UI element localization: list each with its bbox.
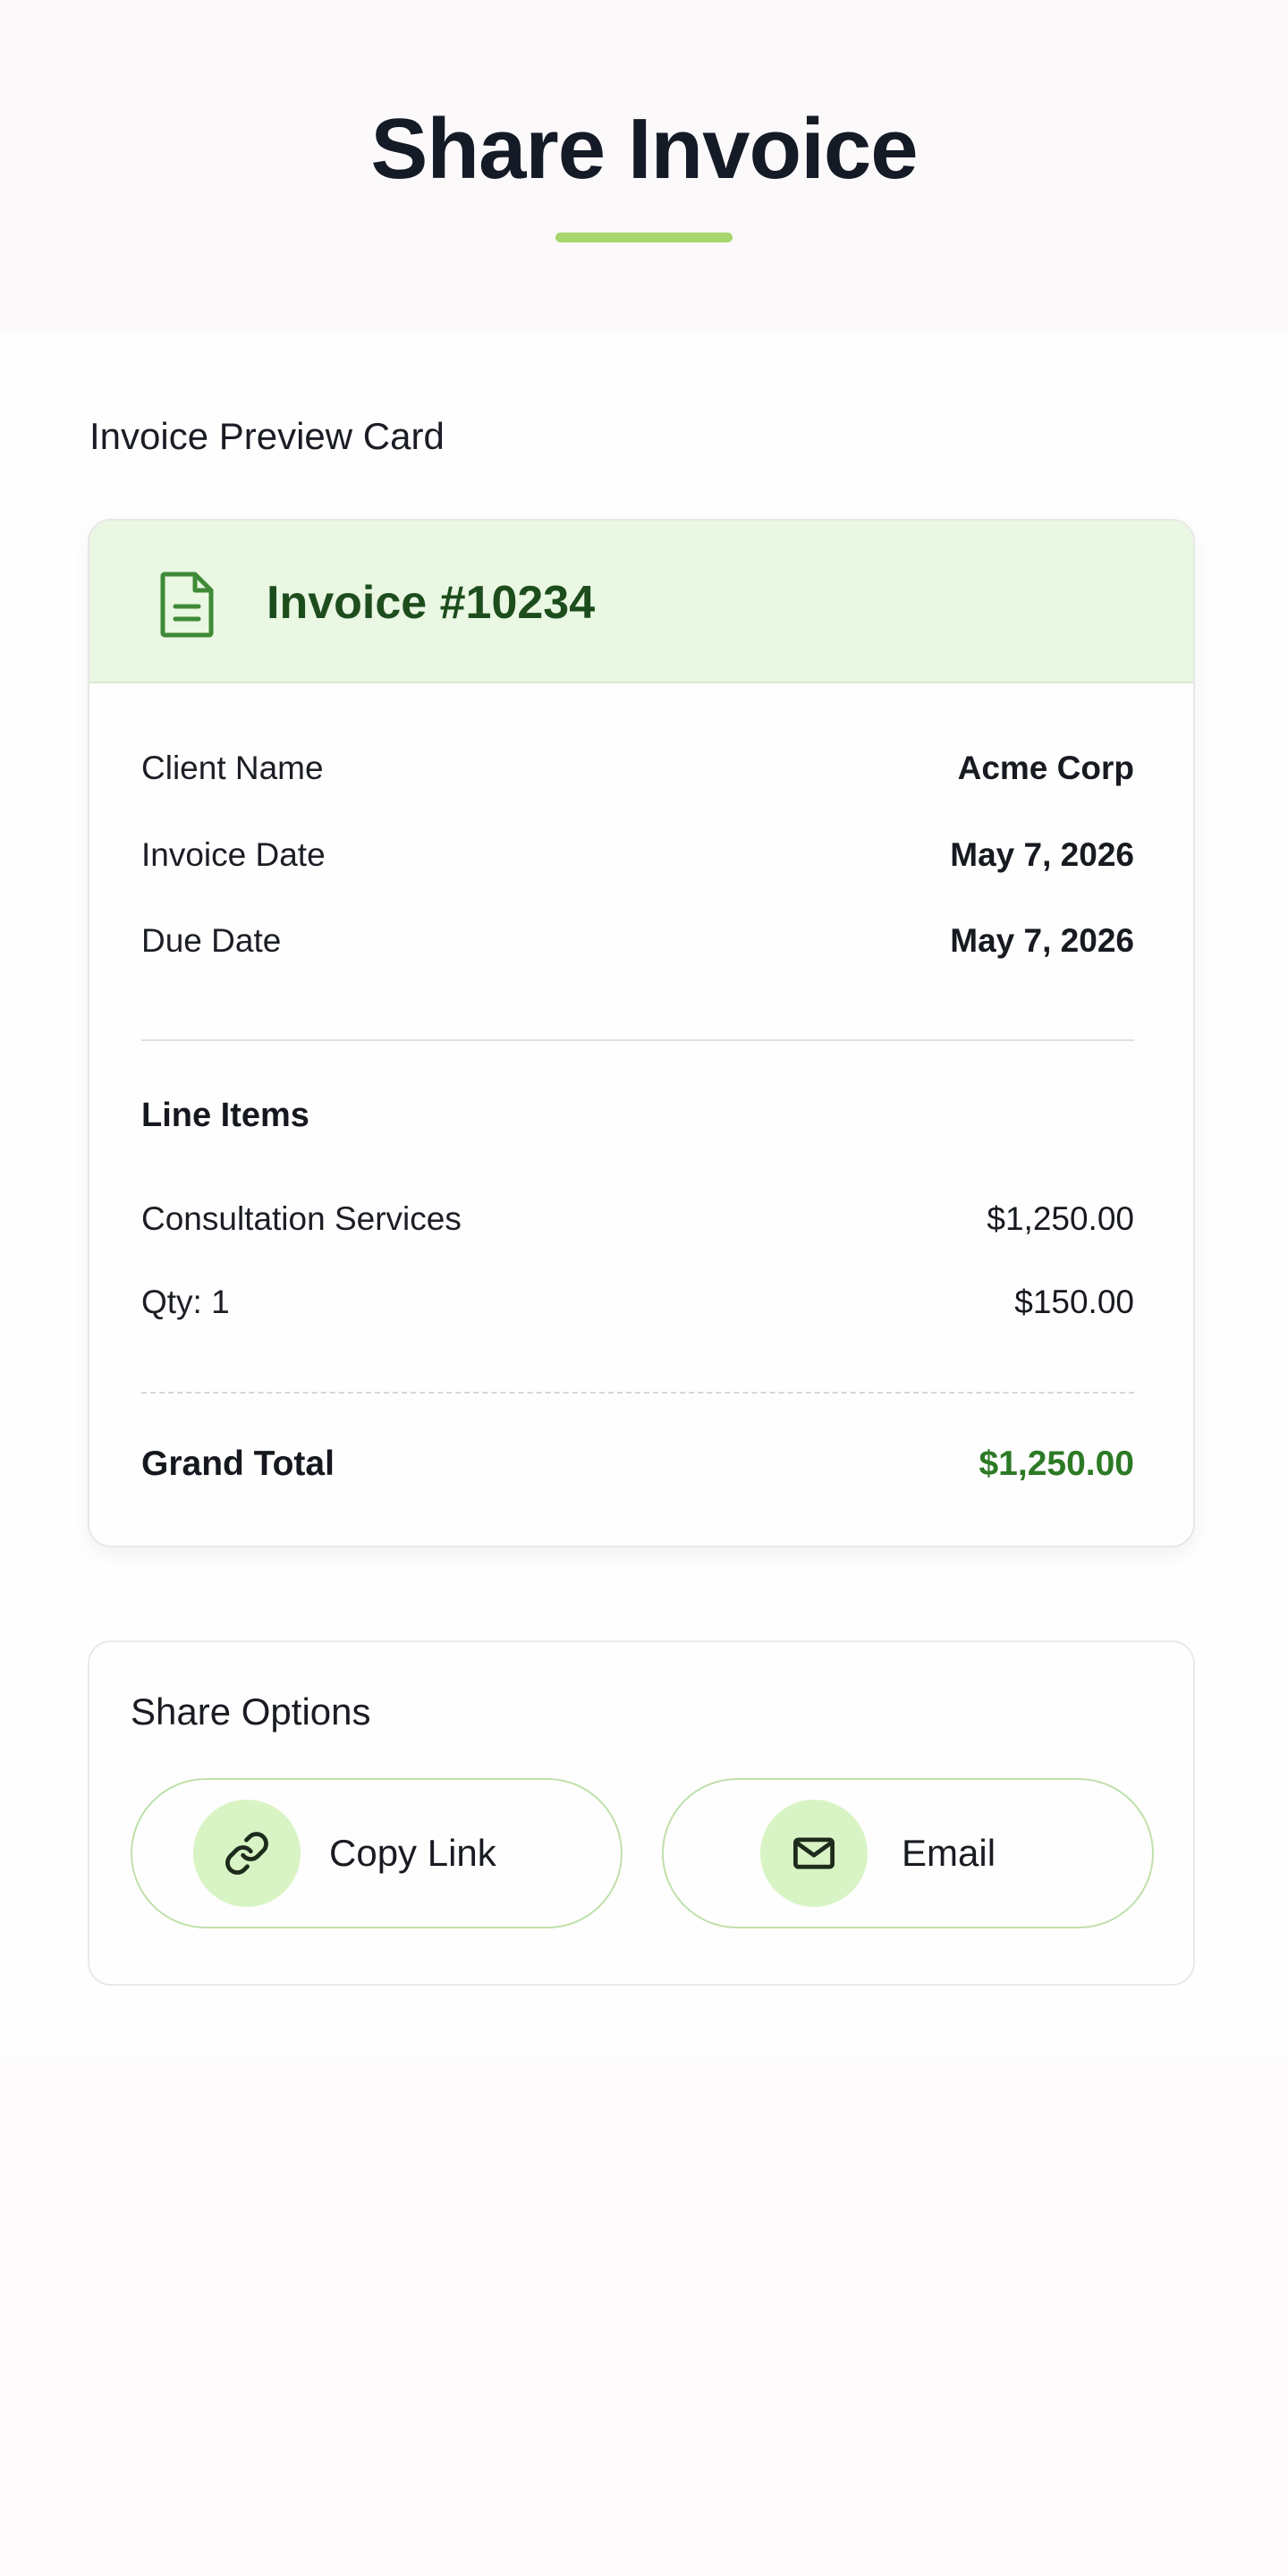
- invoice-date-label: Invoice Date: [141, 836, 326, 873]
- line-items-heading: Line Items: [141, 1097, 309, 1134]
- due-date-value: May 7, 2026: [950, 922, 1134, 959]
- invoice-preview-card: Invoice #10234 Client Name Acme Corp Inv…: [88, 519, 1195, 1547]
- email-button[interactable]: Email: [662, 1778, 1154, 1928]
- details-divider: [141, 1039, 1134, 1041]
- email-label: Email: [902, 1832, 996, 1874]
- line-item-label: Consultation Services: [141, 1200, 462, 1237]
- due-date-label: Due Date: [141, 922, 282, 959]
- document-icon: [159, 571, 216, 639]
- mail-icon: [760, 1800, 868, 1907]
- line-item-amount: $1,250.00: [987, 1200, 1134, 1237]
- line-item-amount: $150.00: [1014, 1284, 1134, 1320]
- invoice-card-header: Invoice #10234: [89, 521, 1193, 683]
- client-name-value: Acme Corp: [957, 750, 1134, 786]
- title-underline: [555, 233, 733, 242]
- link-icon: [193, 1800, 301, 1907]
- share-invoice-page: Share Invoice Invoice Preview Card Invoi…: [0, 0, 1288, 2576]
- grand-total-label: Grand Total: [141, 1445, 335, 1483]
- page-header: Share Invoice: [0, 0, 1288, 333]
- invoice-date-value: May 7, 2026: [950, 836, 1134, 873]
- client-name-label: Client Name: [141, 750, 324, 786]
- grand-total-value: $1,250.00: [979, 1445, 1134, 1483]
- invoice-number: Invoice #10234: [267, 577, 596, 629]
- line-item-label: Qty: 1: [141, 1284, 230, 1320]
- share-options-heading: Share Options: [131, 1690, 371, 1733]
- total-divider: [141, 1392, 1134, 1394]
- page-title: Share Invoice: [370, 101, 918, 197]
- copy-link-label: Copy Link: [329, 1832, 496, 1874]
- invoice-preview-label: Invoice Preview Card: [89, 415, 445, 457]
- copy-link-button[interactable]: Copy Link: [131, 1778, 623, 1928]
- share-options-card: Share Options Copy Link Email: [88, 1640, 1195, 1986]
